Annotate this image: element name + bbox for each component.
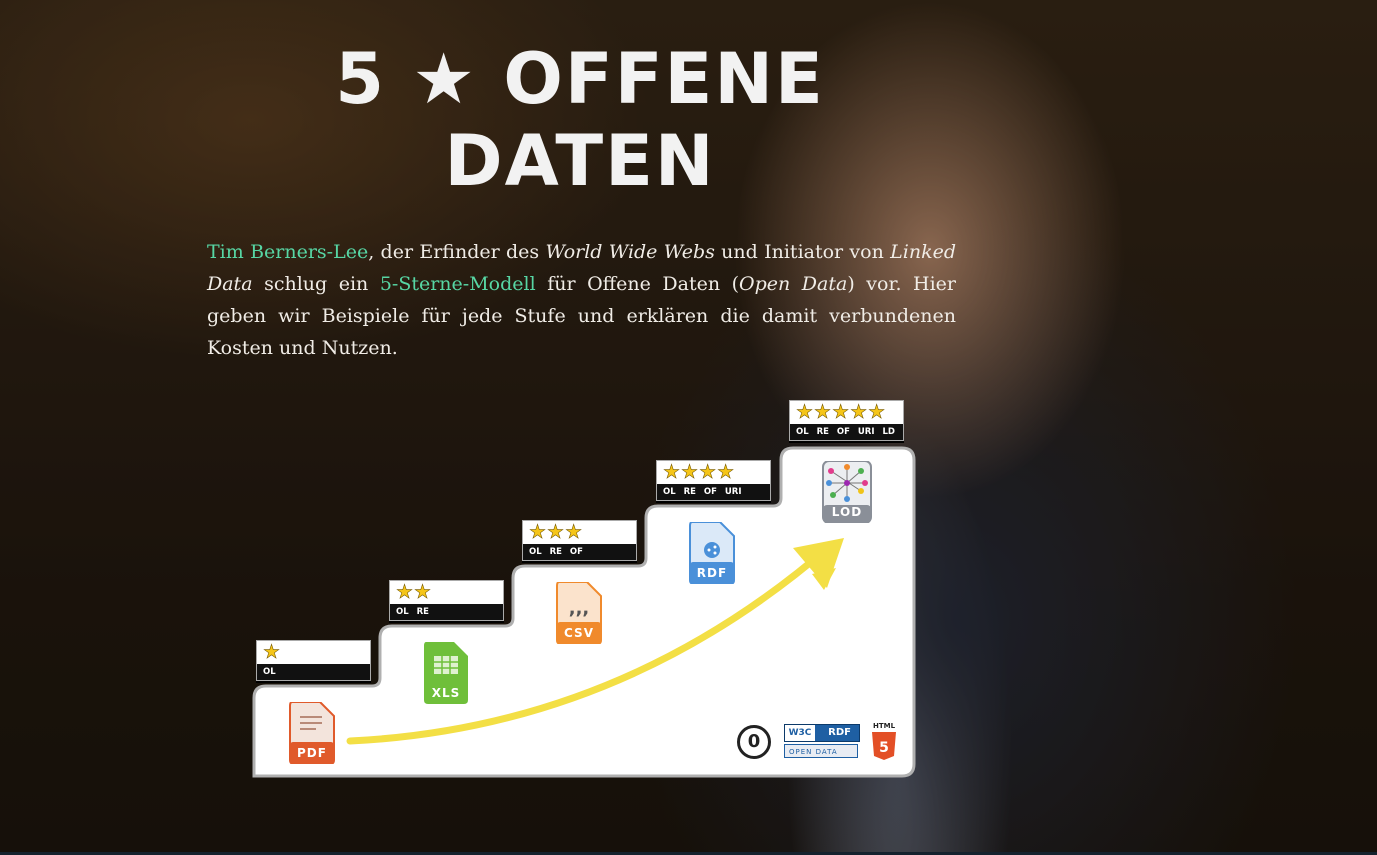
intro-text-3: schlug ein <box>252 273 380 295</box>
open-data-icon: OPEN DATA <box>784 744 858 758</box>
lod-file-icon: LOD <box>821 461 872 523</box>
five-star-staircase-diagram: ★ OL ★★ OL RE ★★★ OL RE OF ★★★★ OL RE OF… <box>240 398 920 783</box>
stars-4: ★★★★ <box>663 461 736 483</box>
five-star-model-link[interactable]: 5-Sterne-Modell <box>380 273 536 295</box>
svg-text:5: 5 <box>879 740 889 756</box>
codes-1: OL <box>257 664 370 680</box>
csv-label: CSV <box>564 626 594 640</box>
badge-4-stars: ★★★★ OL RE OF URI <box>656 460 771 501</box>
pdf-file-icon: PDF <box>288 702 336 764</box>
pdf-label: PDF <box>297 746 327 760</box>
title-line-1: 5 ★ OFFENE <box>335 38 825 120</box>
badge-5-stars: ★★★★★ OL RE OF URI LD <box>789 400 904 441</box>
cc0-icon: 0 <box>737 725 771 759</box>
stars-1: ★ <box>263 641 282 663</box>
intro-em-open-data: Open Data <box>739 273 848 295</box>
badge-1-star: ★ OL <box>256 640 371 681</box>
intro-text-4: für Offene Daten ( <box>535 273 740 295</box>
tim-berners-lee-link[interactable]: Tim Berners-Lee <box>207 241 368 263</box>
xls-label: XLS <box>431 686 461 700</box>
csv-file-icon: ,,, CSV <box>555 582 603 644</box>
intro-paragraph: Tim Berners-Lee, der Erfinder des World … <box>207 236 956 364</box>
html5-icon: HTML 5 <box>870 722 898 762</box>
badge-2-stars: ★★ OL RE <box>389 580 504 621</box>
w3c-rdf-icon: W3C RDF <box>784 724 860 742</box>
codes-2: OL RE <box>390 604 503 620</box>
intro-em-www: World Wide Webs <box>545 241 715 263</box>
rdf-text: RDF <box>828 727 851 738</box>
intro-text-1: , der Erfinder des <box>368 241 546 263</box>
stars-5: ★★★★★ <box>796 401 887 423</box>
badge-3-stars: ★★★ OL RE OF <box>522 520 637 561</box>
stars-2: ★★ <box>396 581 433 603</box>
codes-4: OL RE OF URI <box>657 484 770 500</box>
title-line-2: DATEN <box>444 120 716 202</box>
w3c-text: W3C <box>785 725 815 741</box>
stars-3: ★★★ <box>529 521 584 543</box>
xls-file-icon: XLS <box>422 642 470 704</box>
rdf-label: RDF <box>696 566 728 580</box>
intro-text-2: und Initiator von <box>714 241 891 263</box>
codes-5: OL RE OF URI LD <box>790 424 903 440</box>
lod-label: LOD <box>831 505 863 519</box>
codes-3: OL RE OF <box>523 544 636 560</box>
rdf-file-icon: RDF <box>688 522 736 584</box>
page-title: 5 ★ OFFENE DATEN <box>330 38 830 202</box>
svg-text:,,,: ,,, <box>569 598 590 619</box>
